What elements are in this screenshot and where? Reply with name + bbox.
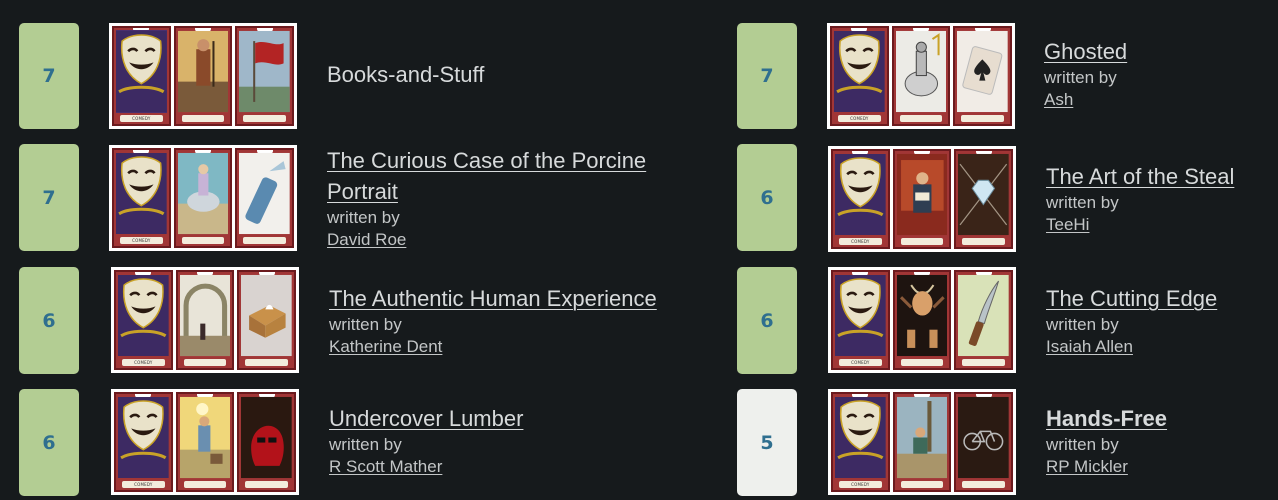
story-title: Books-and-Stuff xyxy=(327,62,485,87)
comedy-mask-card: COMEDY xyxy=(831,149,890,249)
card-hand[interactable]: COMEDY xyxy=(111,267,299,373)
tissue-box-card xyxy=(237,270,297,370)
knight-card xyxy=(891,26,951,126)
story-info: Books-and-Stuff xyxy=(327,59,717,90)
byline-label: written by xyxy=(1044,68,1117,87)
comedy-mask-card: COMEDY xyxy=(112,26,171,126)
byline-label: written by xyxy=(327,208,400,227)
story-info: Hands-Free written by RP Mickler xyxy=(1046,403,1278,478)
story-entry: 7 COMEDY Books-and-Stuff xyxy=(0,22,620,130)
story-entry: 5 COMEDY Hands-Free written by RP Mickle… xyxy=(718,388,1278,496)
reader-card xyxy=(892,149,952,249)
story-info: The Authentic Human Experience written b… xyxy=(329,283,719,358)
author-link[interactable]: Katherine Dent xyxy=(329,336,442,358)
ace-of-spades-card xyxy=(953,26,1013,126)
comedy-mask-card: COMEDY xyxy=(114,270,173,370)
byline-label: written by xyxy=(1046,435,1119,454)
comedy-mask-card: COMEDY xyxy=(830,26,889,126)
story-entry: 6 COMEDY The Authentic Human Experience … xyxy=(0,266,657,374)
story-title-link[interactable]: The Cutting Edge xyxy=(1046,286,1217,311)
score-badge: 6 xyxy=(19,389,79,496)
story-entry: 6 COMEDY Undercover Lumber written by R … xyxy=(0,388,620,496)
card-hand[interactable]: COMEDY xyxy=(828,267,1016,373)
story-title-link[interactable]: The Art of the Steal xyxy=(1046,164,1234,189)
story-entry: 6 COMEDY The Art of the Steal written by… xyxy=(718,143,1278,252)
score-badge: 5 xyxy=(737,389,797,496)
story-entry: 6 COMEDY The Cutting Edge written by Isa… xyxy=(718,266,1278,374)
comedy-mask-card: COMEDY xyxy=(114,392,173,492)
story-title-link[interactable]: Undercover Lumber xyxy=(329,406,523,431)
bicycle-card xyxy=(954,392,1014,492)
left-column: 7 COMEDY Books-and-Stuff 7 COMEDY The Cu… xyxy=(0,0,657,500)
author-link[interactable]: Ash xyxy=(1044,89,1073,111)
story-title-link[interactable]: Hands-Free xyxy=(1046,406,1167,431)
right-column: 7 COMEDY Ghosted written by Ash 6 COMEDY… xyxy=(718,0,1278,500)
card-hand[interactable]: COMEDY xyxy=(109,145,297,251)
story-info: Undercover Lumber written by R Scott Mat… xyxy=(329,403,719,478)
story-entry: 7 COMEDY The Curious Case of the Porcine… xyxy=(0,143,646,251)
byline-label: written by xyxy=(1046,193,1119,212)
woodcutter-card xyxy=(175,392,235,492)
knife-card xyxy=(954,270,1014,370)
score-badge: 7 xyxy=(19,23,79,129)
author-link[interactable]: TeeHi xyxy=(1046,214,1089,236)
red-wig-card xyxy=(237,392,297,492)
rider-card xyxy=(173,148,233,248)
byline-label: written by xyxy=(1046,315,1119,334)
score-badge: 6 xyxy=(737,267,797,374)
story-info: The Curious Case of the Porcine Portrait… xyxy=(327,145,717,251)
author-link[interactable]: Isaiah Allen xyxy=(1046,336,1133,358)
story-title-link[interactable]: The Authentic Human Experience xyxy=(329,286,657,311)
red-flag-card xyxy=(235,26,295,126)
story-title-link[interactable]: The Curious Case of the Porcine Portrait xyxy=(327,148,646,204)
story-info: The Cutting Edge written by Isaiah Allen xyxy=(1046,283,1278,358)
diamond-card xyxy=(954,149,1014,249)
score-badge: 6 xyxy=(19,267,79,374)
spray-can-card xyxy=(235,148,295,248)
card-hand[interactable]: COMEDY xyxy=(828,146,1016,252)
comedy-mask-card: COMEDY xyxy=(112,148,171,248)
score-badge: 7 xyxy=(19,144,79,251)
traveler-card xyxy=(173,26,233,126)
score-badge: 6 xyxy=(737,144,797,251)
byline-label: written by xyxy=(329,435,402,454)
card-hand[interactable]: COMEDY xyxy=(827,23,1015,129)
story-entry: 7 COMEDY Ghosted written by Ash xyxy=(718,22,1278,130)
devil-card xyxy=(892,270,952,370)
story-info: Ghosted written by Ash xyxy=(1044,36,1278,111)
card-hand[interactable]: COMEDY xyxy=(109,23,297,129)
author-link[interactable]: David Roe xyxy=(327,229,406,251)
comedy-mask-card: COMEDY xyxy=(831,392,890,492)
story-title-link[interactable]: Ghosted xyxy=(1044,39,1127,64)
byline-label: written by xyxy=(329,315,402,334)
score-badge: 7 xyxy=(737,23,797,129)
card-hand[interactable]: COMEDY xyxy=(111,389,299,495)
story-info: The Art of the Steal written by TeeHi xyxy=(1046,161,1278,236)
author-link[interactable]: RP Mickler xyxy=(1046,456,1128,478)
comedy-mask-card: COMEDY xyxy=(831,270,890,370)
author-link[interactable]: R Scott Mather xyxy=(329,456,442,478)
seated-figure-card xyxy=(892,392,952,492)
archway-card xyxy=(175,270,235,370)
card-hand[interactable]: COMEDY xyxy=(828,389,1016,495)
